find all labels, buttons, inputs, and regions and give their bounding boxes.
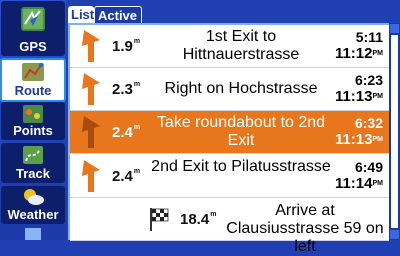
instruction: Right on Hochstrasse bbox=[164, 80, 318, 97]
instruction: Take roundabout to 2nd Exit bbox=[156, 114, 326, 149]
sidebar-item-label: Track bbox=[16, 166, 50, 181]
sidebar-item-points[interactable]: Points bbox=[1, 102, 65, 140]
distance: 2.3m bbox=[112, 81, 141, 98]
weather-icon bbox=[24, 189, 44, 205]
scroll-thumb[interactable] bbox=[391, 35, 398, 228]
distance: 18.4m bbox=[180, 211, 217, 228]
bear-left-arrow-icon bbox=[82, 30, 100, 62]
scroll-down-icon[interactable] bbox=[390, 230, 399, 239]
tab-active[interactable]: Active bbox=[94, 6, 142, 24]
instruction: 1st Exit to Hittnauerstrasse bbox=[182, 28, 300, 63]
gps-map-icon bbox=[21, 7, 45, 31]
instruction: 2nd Exit to Pilatusstrasse bbox=[151, 158, 331, 175]
time-info: 5:11 11:12PM bbox=[334, 29, 383, 62]
directions-list: 1.9m 1st Exit to Hittnauerstrasse 5:11 1… bbox=[68, 23, 389, 255]
direction-row-selected[interactable]: 2.4m Take roundabout to 2nd Exit 6:32 11… bbox=[70, 111, 389, 154]
destination-row[interactable]: 18.4m Arrive at Clausiusstrasse 59 on le… bbox=[70, 200, 389, 255]
sidebar-item-label: GPS bbox=[19, 39, 47, 54]
sidebar: GPS Route Points Track Weather bbox=[0, 0, 66, 240]
bear-left-arrow-icon bbox=[82, 160, 100, 192]
distance: 2.4m bbox=[112, 168, 141, 185]
time-info: 6:32 11:13PM bbox=[334, 115, 383, 148]
sidebar-item-label: Weather bbox=[7, 207, 59, 222]
direction-row[interactable]: 2.3m Right on Hochstrasse 6:23 11:13PM bbox=[70, 68, 389, 111]
sidebar-item-gps[interactable]: GPS bbox=[1, 1, 65, 56]
scroll-up-icon[interactable] bbox=[390, 24, 399, 33]
distance: 2.4m bbox=[112, 124, 141, 141]
points-icon bbox=[23, 105, 43, 123]
scrollbar[interactable] bbox=[389, 23, 400, 240]
bear-left-arrow-icon bbox=[82, 73, 100, 105]
route-map-icon bbox=[22, 63, 44, 81]
sidebar-item-label: Route bbox=[14, 83, 52, 98]
sidebar-item-weather[interactable]: Weather bbox=[1, 186, 65, 224]
track-icon bbox=[23, 146, 43, 164]
sidebar-scroll-down-icon[interactable] bbox=[25, 228, 41, 240]
direction-row[interactable]: 2.4m 2nd Exit to Pilatusstrasse 6:49 11:… bbox=[70, 155, 389, 198]
sidebar-item-track[interactable]: Track bbox=[1, 143, 65, 183]
direction-row[interactable]: 1.9m 1st Exit to Hittnauerstrasse 5:11 1… bbox=[70, 25, 389, 68]
sidebar-item-label: Points bbox=[13, 123, 53, 138]
checkered-flag-icon bbox=[150, 208, 169, 231]
distance: 1.9m bbox=[112, 38, 141, 55]
time-info: 6:49 11:14PM bbox=[334, 159, 383, 192]
instruction: Arrive at Clausiusstrasse 59 on left bbox=[226, 202, 384, 255]
tab-list[interactable]: List bbox=[68, 6, 94, 23]
bear-left-arrow-icon bbox=[82, 116, 100, 148]
sidebar-item-route[interactable]: Route bbox=[0, 58, 66, 102]
time-info: 6:23 11:13PM bbox=[334, 72, 383, 105]
